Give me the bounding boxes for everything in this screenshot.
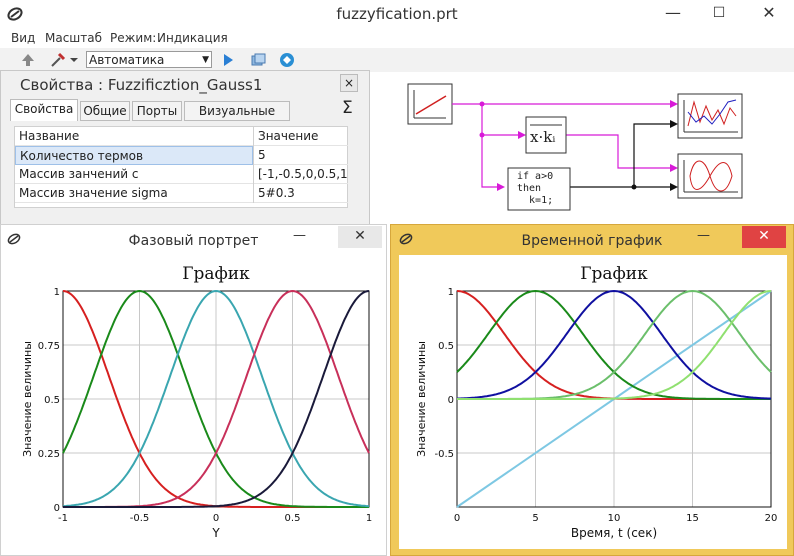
x-tick-label: 20 [765, 513, 778, 524]
properties-table: Название Количество термов Массив занчен… [14, 126, 348, 208]
condition-code: if a>0 then k=1; [517, 171, 553, 207]
phase-chart: График -1 -0.5 0 0.5 1 0 0.25 0.5 0.75 1 Y Значение … [21, 264, 372, 540]
tab-properties[interactable]: Свойства [10, 99, 78, 121]
x-axis-label: Время, t (сек) [571, 526, 657, 540]
sigma-icon[interactable]: Σ [342, 98, 353, 118]
y-axis-label: Значение величины [415, 341, 428, 457]
properties-title: Свойства : Fuzzificztion_Gauss1 [20, 76, 263, 94]
menu-view[interactable]: Вид [11, 31, 35, 45]
table-header-value: Значение [254, 127, 348, 146]
table-cell-name[interactable]: Количество термов [15, 146, 253, 165]
x-tick-label: 15 [686, 513, 699, 524]
table-cell-name[interactable]: Массив значение sigma [15, 184, 253, 203]
control-wires [570, 123, 670, 188]
code-line: k=1; [517, 195, 554, 206]
multiplier-label: x·kᵢ [530, 128, 556, 146]
y-tick-label: 1 [448, 287, 454, 298]
y-tick-label: 0 [448, 395, 454, 406]
y-axis-label: Значение величины [21, 341, 34, 457]
code-line: if a>0 [517, 171, 554, 182]
x-axis-label: Y [211, 526, 220, 540]
close-button[interactable]: ✕ [338, 226, 382, 248]
block-diagram: x·kᵢ if a>0 then k=1; [370, 72, 794, 224]
y-tick-label: 0.5 [438, 341, 454, 352]
phase-window-title: Фазовый портрет [128, 233, 259, 249]
table-header-name: Название [15, 127, 253, 146]
x-tick-label: -1 [58, 513, 68, 524]
menu-scale[interactable]: Масштаб [45, 31, 102, 45]
chevron-down-icon: ▼ [202, 55, 209, 65]
minimize-button[interactable]: — [293, 228, 306, 243]
x-tick-label: 0 [213, 513, 219, 524]
y-tick-label: 0.5 [44, 395, 60, 406]
play-icon[interactable] [220, 52, 236, 68]
tab-ports[interactable]: Порты [132, 101, 182, 121]
scope-block-2[interactable] [677, 153, 743, 199]
scope-block-1[interactable] [677, 93, 743, 139]
time-chart: График 0 5 10 15 20 1 0.5 0 -0.5 Время, t (сек) Зна… [399, 255, 787, 549]
x-tick-label: 5 [532, 513, 538, 524]
chart-title: График [182, 264, 250, 284]
refresh-icon[interactable] [279, 52, 295, 68]
windows-icon[interactable] [250, 52, 266, 68]
table-cell-name[interactable]: Массив занчений с [15, 165, 253, 184]
minimize-button[interactable]: — [650, 0, 696, 28]
chart-title: График [580, 264, 648, 284]
y-tick-label: 0 [54, 503, 60, 514]
maximize-button[interactable]: ☐ [696, 0, 742, 28]
y-tick-label: -0.5 [434, 449, 454, 460]
mode-select[interactable]: Автоматика ▼ [86, 51, 212, 68]
menu-mode[interactable]: Режим: [110, 31, 156, 45]
y-tick-label: 0.25 [38, 449, 60, 460]
time-graph-window: Временной график — ✕ График 0 5 10 15 20 1 0.5 0… [390, 224, 794, 556]
up-arrow-icon[interactable] [20, 52, 36, 68]
phase-portrait-window: Фазовый портрет — ✕ График -1 -0.5 0 0.5 1 0 0.… [0, 224, 387, 556]
table-cell-value[interactable]: 5#0.3 [254, 184, 348, 203]
x-tick-label: 10 [608, 513, 621, 524]
tab-visual-layers[interactable]: Визуальные слои [184, 101, 290, 137]
minimize-button[interactable]: — [697, 228, 710, 243]
table-cell-value[interactable]: 5 [254, 146, 348, 165]
control-junctions [631, 120, 678, 191]
code-line: then [517, 183, 542, 194]
ramp-source-block[interactable] [407, 83, 453, 125]
mode-select-value: Автоматика [89, 53, 165, 67]
tab-general[interactable]: Общие [80, 101, 130, 121]
x-tick-label: 0 [454, 513, 460, 524]
x-tick-label: 1 [366, 513, 372, 524]
x-tick-label: 0.5 [285, 513, 301, 524]
time-window-title: Временной график [521, 233, 663, 249]
tools-icon[interactable] [50, 52, 66, 68]
table-cell-value[interactable]: [-1,-0.5,0,0.5,1] [254, 165, 348, 184]
dropdown-arrow-icon[interactable] [70, 56, 78, 64]
properties-close-button[interactable]: × [340, 74, 358, 92]
close-button[interactable]: ✕ [742, 226, 786, 248]
close-button[interactable]: ✕ [744, 0, 794, 28]
y-tick-label: 1 [54, 287, 60, 298]
menu-indication[interactable]: Индикация [157, 31, 228, 45]
y-tick-label: 0.75 [38, 341, 60, 352]
x-tick-label: -0.5 [130, 513, 150, 524]
